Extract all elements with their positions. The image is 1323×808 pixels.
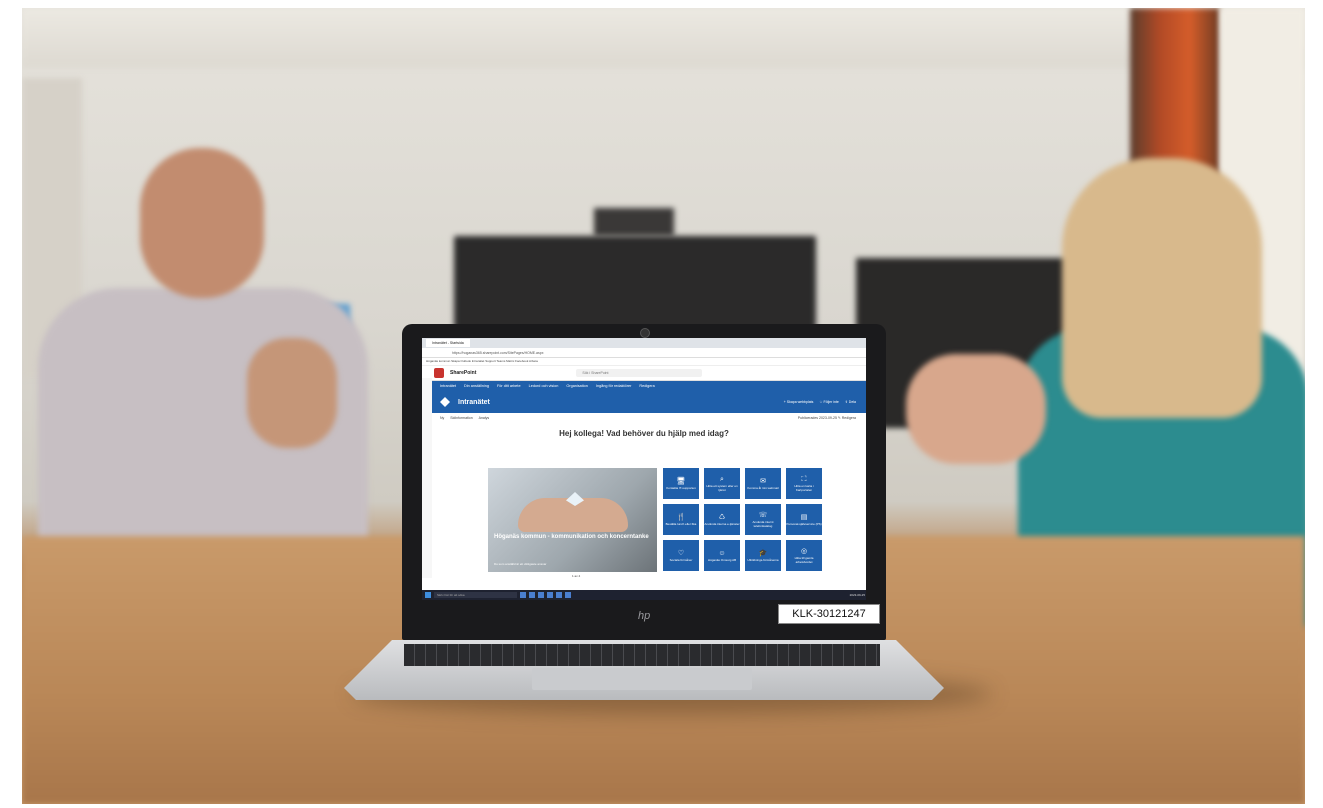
man-head (140, 148, 264, 298)
new-button[interactable]: Ny (440, 416, 444, 420)
taskbar-app-icon[interactable] (529, 592, 535, 598)
tile-label: Sociala förmåner (669, 557, 693, 562)
windows-taskbar: Skriv här för att söka 2023-09-25 (422, 590, 866, 600)
browser-tabs: Intranätet - Startsida (422, 338, 866, 348)
nav-item[interactable]: Organisation (566, 384, 588, 388)
laptop-keyboard (404, 644, 880, 666)
quick-link-tile[interactable]: ▤ Personal-självservice (PS) (786, 504, 822, 535)
monitor-icon: 🖥 (676, 477, 686, 485)
tile-label: Hitta ett system eller en tjänst (706, 483, 738, 492)
bookmarks-bar[interactable]: Höganäs kommun Skapa Outlook Intranätet … (422, 358, 866, 366)
woman-hair (1062, 158, 1262, 418)
nav-item[interactable]: Redigera (639, 384, 654, 388)
document-icon: ▤ (800, 513, 808, 521)
site-header: Intranätet + Skapa webbplats ☆ Följer in… (422, 391, 866, 413)
page-details-button[interactable]: Sidinformation (450, 416, 472, 420)
url-text: https://hoganas365.sharepoint.com/SitePa… (452, 350, 544, 355)
quick-links: 🖥 Kontakta IT-supporten ⌕ Hitta ett system… (663, 468, 822, 572)
globe-icon: ◎ (800, 547, 808, 555)
taskbar-app-icon[interactable] (565, 592, 571, 598)
search-icon: ⌕ (720, 475, 724, 483)
windows-start-icon[interactable] (425, 592, 431, 598)
publish-info[interactable]: Publicerades 2023-09-25 ✎ Redigera (798, 416, 856, 420)
heart-icon: ♡ (677, 549, 685, 557)
nav-item[interactable]: Din anställning (464, 384, 489, 388)
quick-link-tile[interactable]: ☺ Höganäs Omsorg AB (704, 540, 740, 571)
taskbar-app-icon[interactable] (520, 592, 526, 598)
quick-link-tile[interactable]: 🎓 Utbildnings-förmånerna (745, 540, 781, 571)
quick-link-tile[interactable]: ⌕ Hitta ett system eller en tjänst (704, 468, 740, 499)
news-carousel[interactable]: Höganäs kommun - kommunikation och konce… (488, 468, 657, 572)
browser-tab[interactable]: Intranätet - Startsida (426, 339, 470, 347)
command-bar: Ny Sidinformation Analys Publicerades 20… (422, 413, 866, 423)
analytics-button[interactable]: Analys (479, 416, 490, 420)
quick-link-tile[interactable]: ♺ Använda interna e-tjänster (704, 504, 740, 535)
address-bar[interactable]: https://hoganas365.sharepoint.com/SitePa… (422, 348, 866, 358)
site-nav: Intranätet Din anställning För ditt arbe… (422, 381, 866, 391)
site-actions: + Skapa webbplats ☆ Följer inte ⇪ Dela (784, 400, 856, 404)
quick-link-tile[interactable]: 🖥 Kontakta IT-supporten (663, 468, 699, 499)
tile-label: Personal-självservice (PS) (786, 521, 822, 526)
mail-icon: ✉ (760, 477, 766, 485)
carousel-subtitle: Du som anställd är ett viktigaste ansvar (494, 562, 547, 566)
quick-link-tile[interactable]: ☏ Använda internt telefonkatalog (745, 504, 781, 535)
municipality-logo[interactable] (434, 368, 444, 378)
photo-scene: Intranätet - Startsida https://hoganas36… (22, 8, 1305, 804)
tile-label: Hitta till gamla arbetsbordet (794, 555, 814, 564)
taskbar-app-icon[interactable] (538, 592, 544, 598)
ceiling (22, 8, 1305, 68)
laptop-trackpad (532, 668, 752, 690)
carousel-headline[interactable]: Höganäs kommun - kommunikation och konce… (494, 534, 664, 540)
follow-button[interactable]: ☆ Följer inte (819, 400, 838, 404)
tile-label: Kontakta IT-supporten (666, 485, 696, 490)
site-logo-icon (440, 397, 450, 407)
quick-link-tile[interactable]: ⛶ Hitta en karta i Kartportalen (786, 468, 822, 499)
laptop-screen: Intranätet - Startsida https://hoganas36… (422, 338, 866, 600)
services-icon: ♺ (718, 513, 726, 521)
woman-hand (906, 354, 1046, 464)
quick-link-tile[interactable]: ◎ Hitta till gamla arbetsbordet (786, 540, 822, 571)
hp-logo: hp (638, 610, 651, 622)
quick-link-tile[interactable]: 🍴 Beställa lunch eller fika (663, 504, 699, 535)
sharepoint-brand[interactable]: SharePoint (450, 370, 476, 376)
taskbar-app-icon[interactable] (556, 592, 562, 598)
search-input[interactable]: Sök i SharePoint (576, 369, 703, 377)
tv-mount (594, 208, 674, 236)
tile-label: Hitta en karta i Kartportalen (794, 483, 814, 492)
taskbar-app-icon[interactable] (547, 592, 553, 598)
phone-icon: ☏ (758, 511, 768, 519)
page-greeting: Hej kollega! Vad behöver du hjälp med id… (559, 429, 729, 438)
graduation-cap-icon: 🎓 (758, 549, 768, 557)
create-site-button[interactable]: + Skapa webbplats (784, 400, 814, 404)
tile-label: Utbildnings-förmånerna (747, 557, 779, 562)
person-icon: ☺ (718, 549, 726, 557)
asset-tag-label: KLK-30121247 (778, 604, 880, 624)
nav-item[interactable]: Ledord och vision (529, 384, 559, 388)
laptop-lid: Intranätet - Startsida https://hoganas36… (402, 324, 886, 640)
tile-label: Använda internt telefonkatalog (752, 519, 774, 528)
map-icon: ⛶ (801, 475, 807, 483)
carousel-pager[interactable]: 1 av 4 (572, 574, 580, 578)
taskbar-search-input[interactable]: Skriv här för att söka (434, 592, 517, 598)
quick-link-tile[interactable]: ✉ Komma åt min webmail (745, 468, 781, 499)
nav-item[interactable]: Ingång för redaktörer (596, 384, 631, 388)
tile-label: Använda interna e-tjänster (704, 521, 740, 526)
sharepoint-header: SharePoint Sök i SharePoint (422, 366, 866, 381)
site-title[interactable]: Intranätet (458, 399, 490, 406)
webcam-icon (640, 328, 650, 338)
tile-label: Beställa lunch eller fika (665, 521, 697, 526)
taskbar-clock[interactable]: 2023-09-25 (850, 593, 865, 597)
tile-label: Komma åt min webmail (747, 485, 779, 490)
man-hands (247, 338, 337, 448)
cutlery-icon: 🍴 (676, 513, 686, 521)
left-rail (422, 378, 432, 578)
tile-label: Höganäs Omsorg AB (707, 557, 737, 562)
nav-item[interactable]: Intranätet (440, 384, 456, 388)
main-content: Höganäs kommun - kommunikation och konce… (488, 468, 822, 572)
nav-item[interactable]: För ditt arbete (497, 384, 521, 388)
quick-link-tile[interactable]: ♡ Sociala förmåner (663, 540, 699, 571)
share-button[interactable]: ⇪ Dela (845, 400, 856, 404)
